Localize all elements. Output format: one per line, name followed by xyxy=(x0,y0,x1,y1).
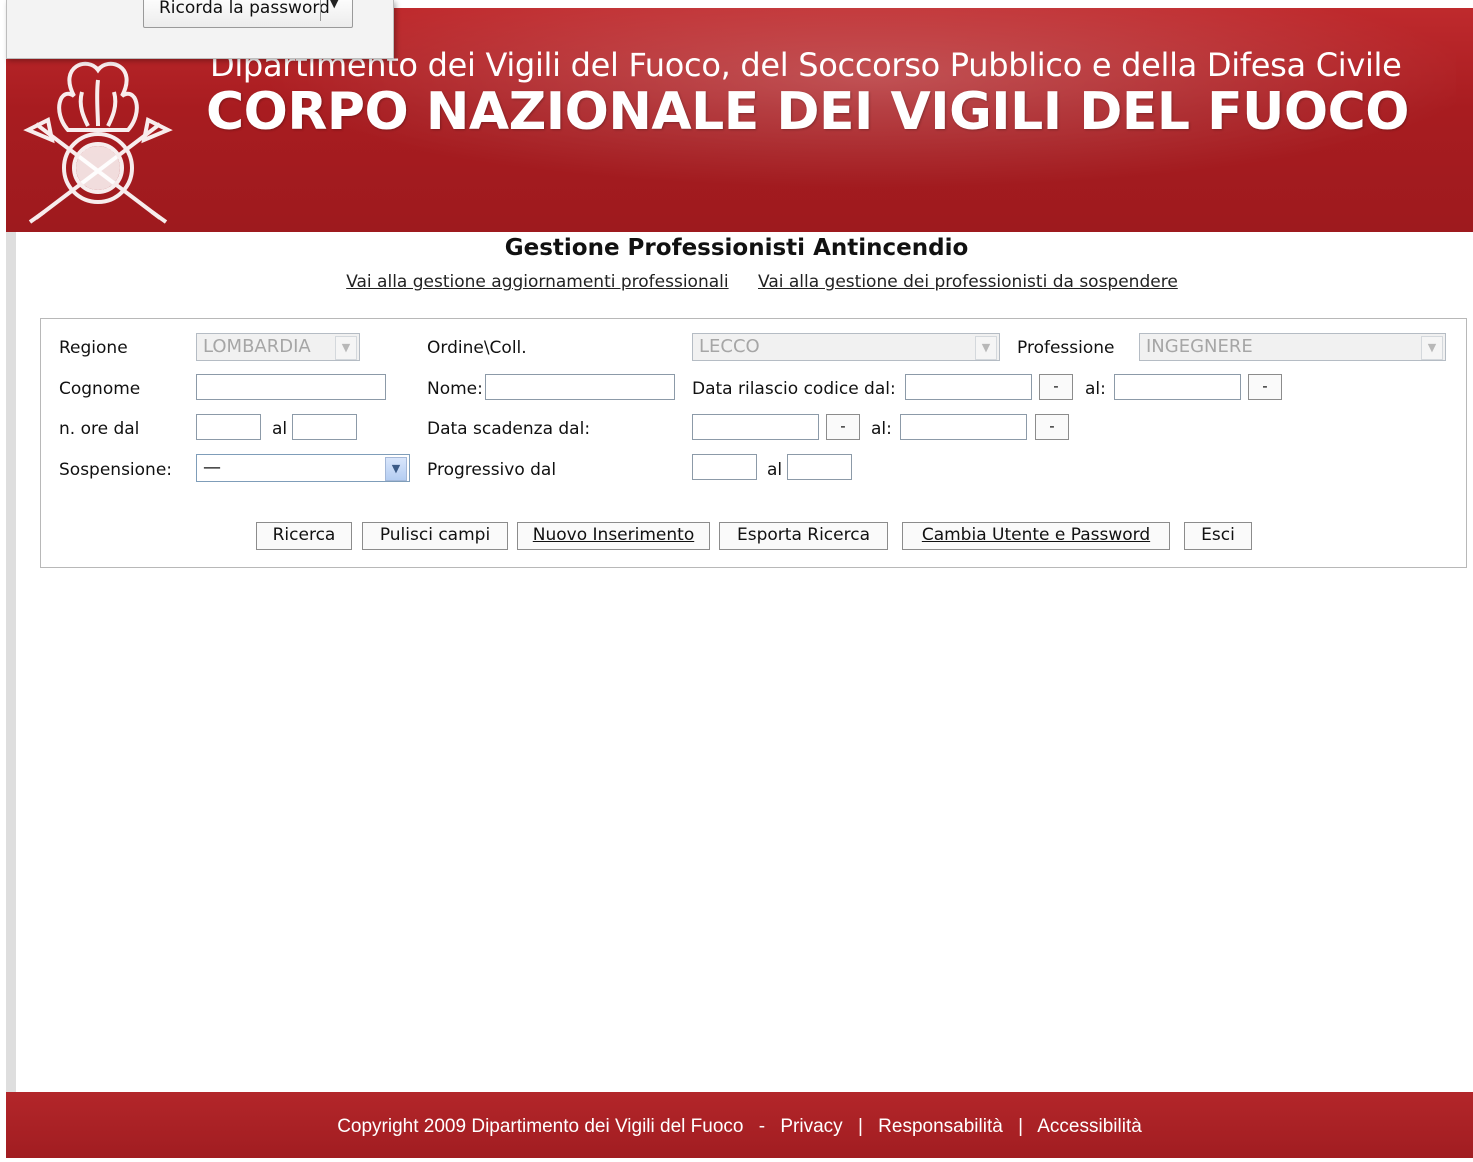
dropdown-arrow-icon[interactable]: ▼ xyxy=(330,0,338,10)
data-scadenza-al-label: al: xyxy=(871,419,892,439)
cognome-label: Cognome xyxy=(59,379,141,399)
footer-copyright: Copyright 2009 Dipartimento dei Vigili d… xyxy=(337,1116,744,1137)
remember-password-label: Ricorda la password xyxy=(159,0,330,18)
regione-label: Regione xyxy=(59,338,128,358)
ore-from-input[interactable] xyxy=(196,414,261,440)
progressivo-from-input[interactable] xyxy=(692,454,757,480)
button-separator xyxy=(320,0,321,21)
page-title: Gestione Professionisti Antincendio xyxy=(504,235,969,261)
footer-pipe: | xyxy=(1018,1116,1024,1137)
esporta-ricerca-button[interactable]: Esporta Ricerca xyxy=(719,522,888,550)
nome-input[interactable] xyxy=(485,374,675,400)
footer-dash: - xyxy=(758,1116,766,1137)
password-save-popup: Ricorda la password ▼ xyxy=(6,0,394,59)
ordine-label: Ordine\Coll. xyxy=(427,338,527,358)
ore-to-input[interactable] xyxy=(292,414,357,440)
cambia-utente-password-button[interactable]: Cambia Utente e Password xyxy=(902,522,1170,550)
progressivo-to-input[interactable] xyxy=(787,454,852,480)
professione-label: Professione xyxy=(1017,338,1115,358)
ordine-select[interactable]: LECCO ▼ xyxy=(692,333,1000,361)
data-rilascio-al-label: al: xyxy=(1085,379,1106,399)
ore-label: n. ore dal xyxy=(59,419,140,439)
sospensione-value: — xyxy=(203,457,221,478)
data-rilascio-to-picker-button[interactable]: - xyxy=(1248,374,1282,400)
left-edge-rule xyxy=(6,232,16,1092)
ordine-value: LECCO xyxy=(699,336,760,357)
progressivo-label: Progressivo dal xyxy=(427,460,557,480)
nuovo-inserimento-button[interactable]: Nuovo Inserimento xyxy=(517,522,710,550)
pulisci-campi-button[interactable]: Pulisci campi xyxy=(362,522,508,550)
data-rilascio-to-input[interactable] xyxy=(1114,374,1241,400)
ore-al-label: al xyxy=(272,419,288,439)
chevron-down-icon: ▼ xyxy=(335,336,357,360)
data-scadenza-to-picker-button[interactable]: - xyxy=(1035,414,1069,440)
data-rilascio-from-picker-button[interactable]: - xyxy=(1039,374,1073,400)
site-footer: Copyright 2009 Dipartimento dei Vigili d… xyxy=(6,1092,1473,1158)
nav-links: Vai alla gestione aggiornamenti professi… xyxy=(0,272,1473,292)
nome-label: Nome: xyxy=(427,379,483,399)
cognome-input[interactable] xyxy=(196,374,386,400)
ricerca-button[interactable]: Ricerca xyxy=(256,522,352,550)
esci-button[interactable]: Esci xyxy=(1184,522,1252,550)
link-sospendere[interactable]: Vai alla gestione dei professionisti da … xyxy=(758,272,1178,292)
chevron-down-icon: ▼ xyxy=(1421,336,1443,360)
progressivo-al-label: al xyxy=(767,460,783,480)
footer-link-accessibilita[interactable]: Accessibilità xyxy=(1037,1116,1142,1137)
remember-password-button[interactable]: Ricorda la password ▼ xyxy=(143,0,353,28)
data-scadenza-to-input[interactable] xyxy=(900,414,1027,440)
footer-link-responsabilita[interactable]: Responsabilità xyxy=(878,1116,1003,1137)
data-scadenza-from-input[interactable] xyxy=(692,414,819,440)
data-scadenza-from-picker-button[interactable]: - xyxy=(826,414,860,440)
regione-value: LOMBARDIA xyxy=(203,336,311,357)
sospensione-label: Sospensione: xyxy=(59,460,173,480)
header-title: CORPO NAZIONALE DEI VIGILI DEL FUOCO xyxy=(206,82,1409,142)
chevron-down-icon: ▼ xyxy=(975,336,997,360)
firefighters-emblem-icon xyxy=(23,61,173,224)
professione-select[interactable]: INGEGNERE ▼ xyxy=(1139,333,1446,361)
regione-select[interactable]: LOMBARDIA ▼ xyxy=(196,333,360,361)
footer-link-privacy[interactable]: Privacy xyxy=(780,1116,842,1137)
chevron-down-icon: ▼ xyxy=(385,457,407,481)
data-rilascio-label: Data rilascio codice dal: xyxy=(692,379,896,399)
sospensione-select[interactable]: — ▼ xyxy=(196,454,410,482)
data-rilascio-from-input[interactable] xyxy=(905,374,1032,400)
data-scadenza-label: Data scadenza dal: xyxy=(427,419,591,439)
link-aggiornamenti[interactable]: Vai alla gestione aggiornamenti professi… xyxy=(346,272,728,292)
search-form: Regione LOMBARDIA ▼ Ordine\Coll. LECCO ▼… xyxy=(40,318,1467,568)
footer-pipe: | xyxy=(857,1116,863,1137)
professione-value: INGEGNERE xyxy=(1146,336,1253,357)
